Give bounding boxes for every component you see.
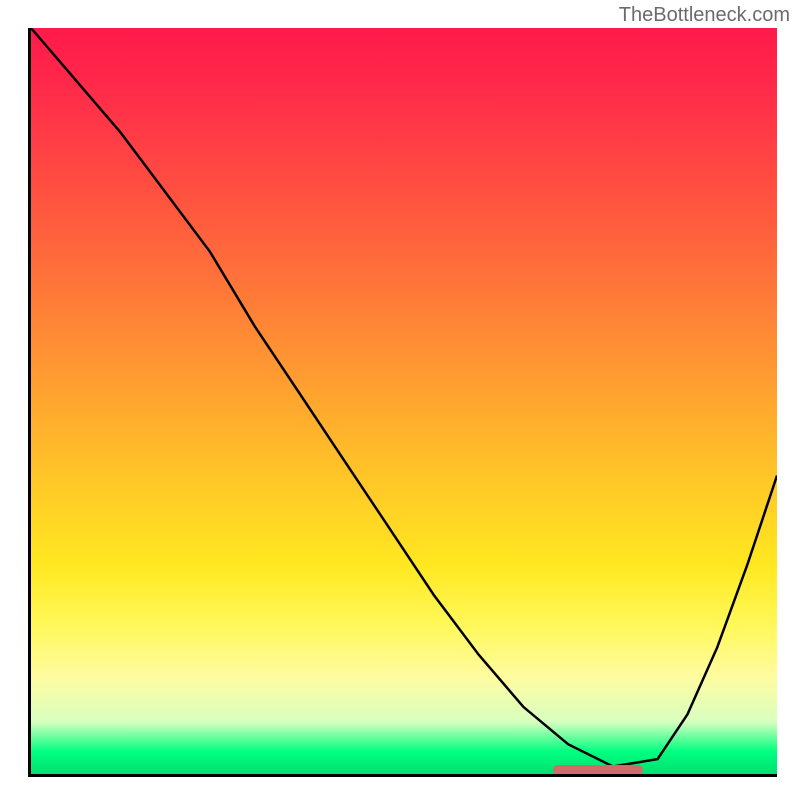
attribution-label: TheBottleneck.com [619,4,790,27]
bottleneck-curve [31,28,777,774]
plot-area [28,28,777,777]
optimum-marker [553,765,643,775]
